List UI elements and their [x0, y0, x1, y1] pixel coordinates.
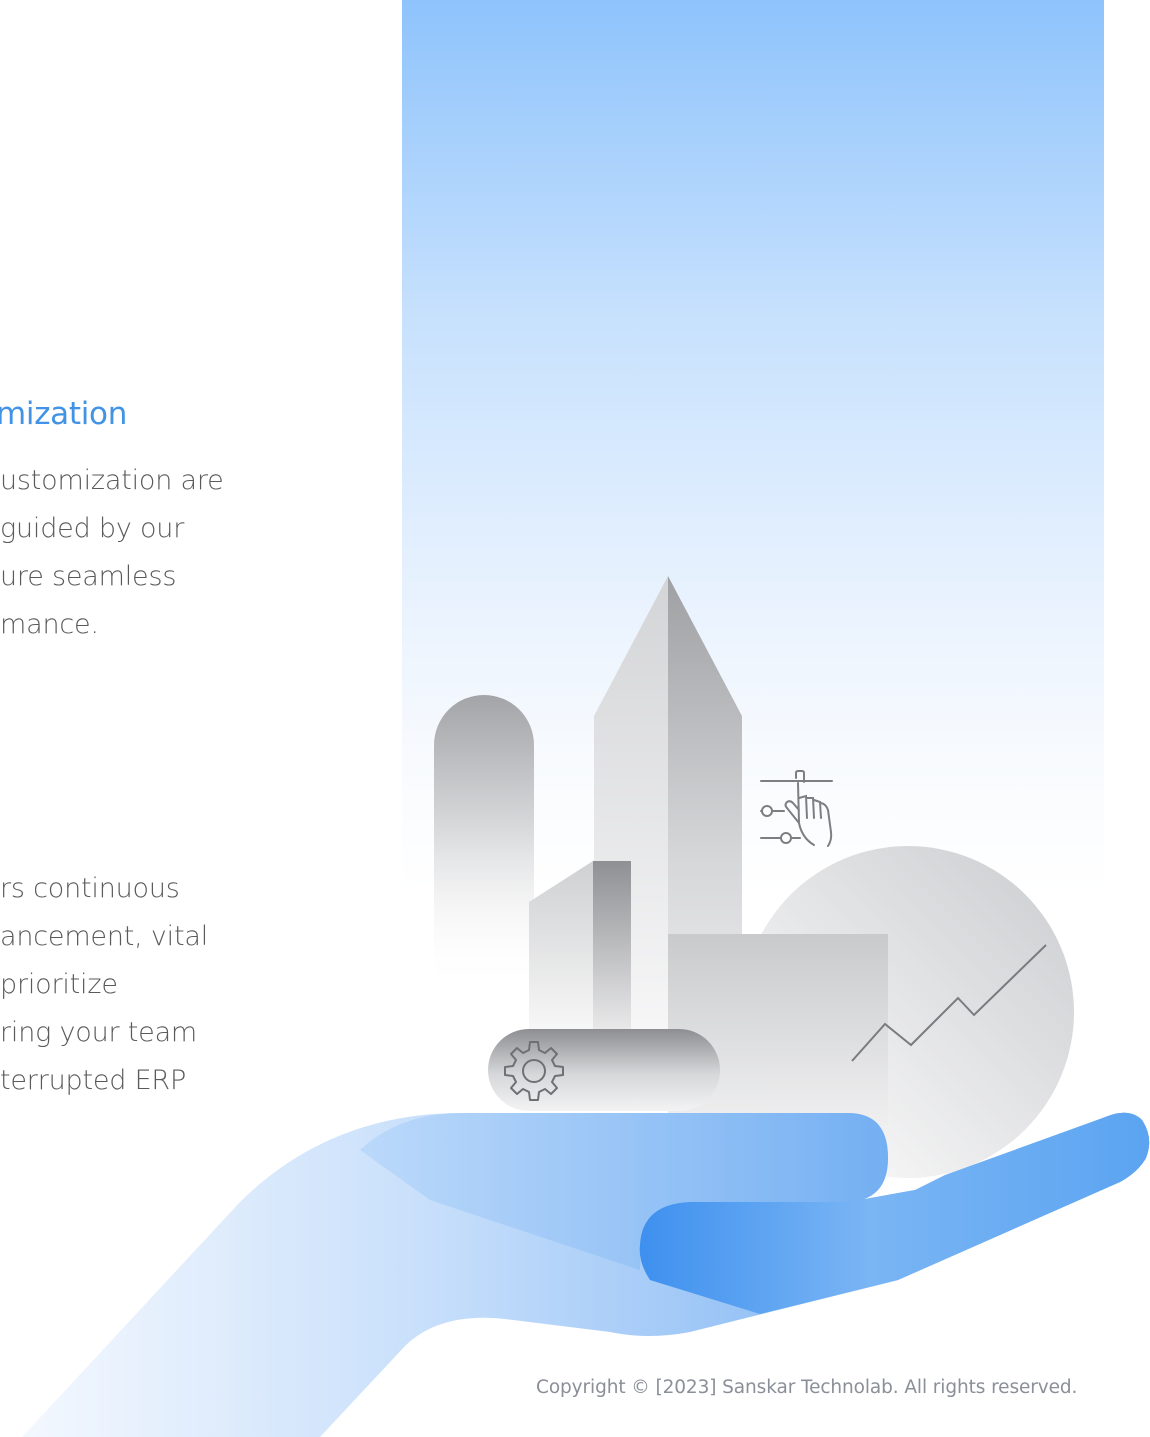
rounded-tower-shape	[434, 695, 534, 990]
body-text-line: rs continuous	[0, 873, 180, 904]
body-text-line: mance.	[0, 609, 99, 640]
touch-settings-icon	[760, 770, 833, 847]
body-text-line: ustomization are	[0, 465, 224, 496]
body-text-line: ure seamless	[0, 561, 177, 592]
section-heading: mization	[0, 396, 128, 432]
body-text-line: ring your team	[0, 1017, 198, 1048]
body-text-line: ancement, vital	[0, 921, 209, 952]
hand-holding-city-illustration	[22, 576, 1150, 1437]
small-building-left-face	[529, 861, 593, 1040]
body-text-line: guided by our	[0, 513, 185, 544]
page: mization ustomization are guided by our …	[0, 0, 1150, 1437]
body-text-line: prioritize	[0, 969, 118, 1000]
body-text-line: terrupted ERP	[0, 1065, 187, 1096]
copyright-footer: Copyright © [2023] Sanskar Technolab. Al…	[536, 1377, 1078, 1398]
small-building-right-face	[593, 861, 631, 1040]
